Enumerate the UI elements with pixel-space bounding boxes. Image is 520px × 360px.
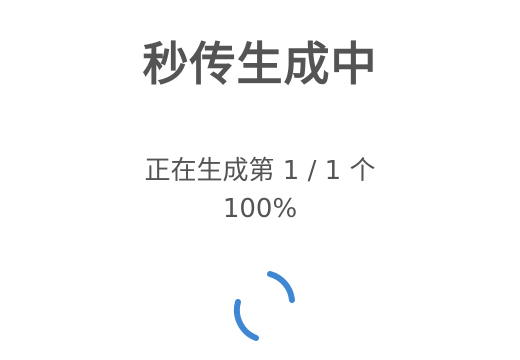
spinner-arc-right xyxy=(267,271,295,303)
spinner-arc-left xyxy=(233,299,259,341)
generation-status-text: 正在生成第 1 / 1 个 xyxy=(144,156,376,186)
dialog-title: 秒传生成中 xyxy=(142,37,378,91)
progress-dialog: 秒传生成中 正在生成第 1 / 1 个 100% xyxy=(0,0,520,360)
progress-percent-text: 100% xyxy=(222,194,298,224)
loading-spinner-icon xyxy=(222,266,300,344)
